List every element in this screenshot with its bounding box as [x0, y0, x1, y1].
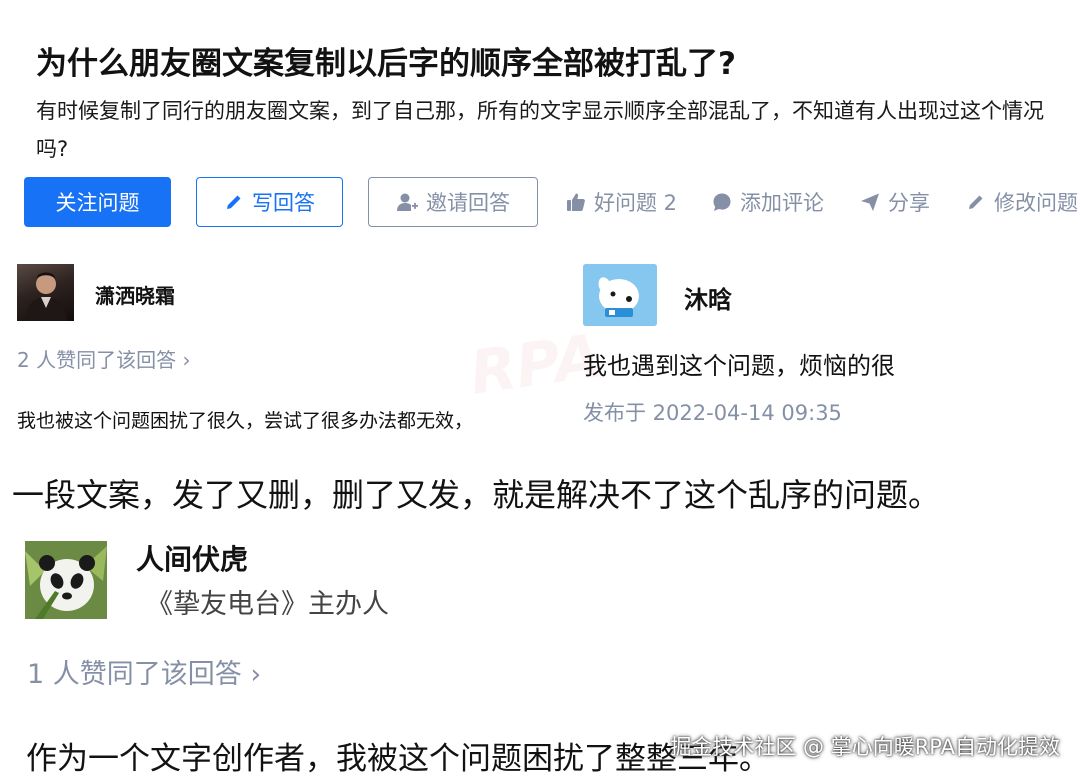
answer-text: 我也被这个问题困扰了很久，尝试了很多办法都无效，	[17, 410, 474, 432]
answer-text: 作为一个文字创作者，我被这个问题困扰了整整三年。	[26, 741, 770, 777]
avatar[interactable]	[583, 264, 657, 326]
answer-text: 我也遇到这个问题，烦恼的很	[583, 352, 895, 380]
publish-date: 发布于 2022-04-14 09:35	[583, 401, 842, 425]
good-question-label: 好问题 2	[594, 191, 678, 215]
share-button[interactable]: 分享	[860, 177, 930, 227]
overlay-caption: 一段文案，发了又删，删了又发，就是解决不了这个乱序的问题。	[12, 476, 941, 514]
avatar[interactable]	[25, 541, 107, 619]
question-description: 有时候复制了同行的朋友圈文案，到了自己那，所有的文字显示顺序全部混乱了，不知道有…	[36, 99, 1044, 161]
good-question-button[interactable]: 好问题 2	[566, 177, 677, 227]
author-name[interactable]: 人间伏虎	[136, 538, 248, 578]
edit-question-button[interactable]: 修改问题	[966, 177, 1078, 227]
add-comment-label: 添加评论	[740, 191, 824, 215]
invite-user-icon	[397, 193, 418, 211]
share-label: 分享	[888, 191, 930, 215]
question-title: 为什么朋友圈文案复制以后字的顺序全部被打乱了?	[36, 46, 736, 82]
edit-question-label: 修改问题	[994, 191, 1078, 215]
follow-question-button[interactable]: 关注问题	[24, 177, 171, 227]
vote-count[interactable]: 1 人赞同了该回答 ›	[27, 652, 261, 691]
thumbs-up-icon	[567, 193, 585, 211]
author-name[interactable]: 潇洒晓霜	[95, 280, 175, 309]
source-watermark: 掘金技术社区 @ 掌心向暖RPA自动化提效	[670, 735, 1060, 759]
invite-answer-label: 邀请回答	[426, 191, 510, 215]
follow-question-label: 关注问题	[55, 191, 140, 215]
author-headline: 《挚友电台》主办人	[146, 589, 389, 620]
write-answer-label: 写回答	[252, 191, 315, 215]
pencil-icon	[227, 195, 241, 209]
write-answer-button[interactable]: 写回答	[196, 177, 343, 227]
pencil-icon	[969, 195, 983, 209]
share-icon	[861, 193, 879, 211]
vote-count[interactable]: 2 人赞同了该回答 ›	[17, 344, 190, 373]
avatar[interactable]	[17, 264, 74, 321]
author-name[interactable]: 沐晗	[684, 280, 732, 315]
invite-answer-button[interactable]: 邀请回答	[368, 177, 538, 227]
add-comment-button[interactable]: 添加评论	[712, 177, 824, 227]
comment-icon	[713, 193, 731, 211]
